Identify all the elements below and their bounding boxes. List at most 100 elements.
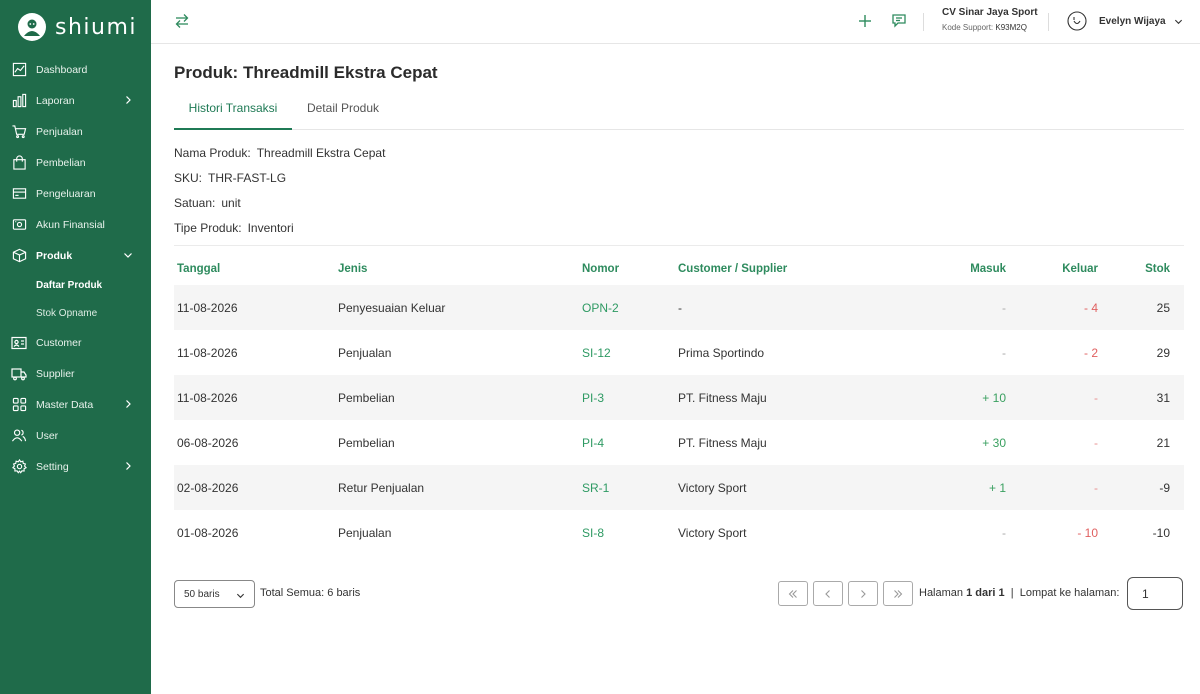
tab-detail-produk[interactable]: Detail Produk [292,98,394,130]
sidebar-item-user[interactable]: User [0,420,151,451]
cell-number-link[interactable]: SI-12 [579,330,675,375]
tab-histori-transaksi[interactable]: Histori Transaksi [174,98,292,130]
chevron-down-icon [1174,19,1182,24]
jump-to-page-input[interactable] [1127,577,1183,610]
sidebar-item-pengeluaran[interactable]: Pengeluaran [0,178,151,209]
cell-number-link[interactable]: SR-1 [579,465,675,510]
cell-number-link[interactable]: PI-4 [579,420,675,465]
rows-per-page-select[interactable]: 50 baris [174,580,255,608]
tab-bar: Histori Transaksi Detail Produk [174,98,1184,130]
sidebar-item-label: User [36,429,59,442]
cell-date: 11-08-2026 [174,375,335,420]
cell-number-link[interactable]: SI-8 [579,510,675,555]
column-header-date[interactable]: Tanggal [174,253,335,285]
cell-date: 11-08-2026 [177,345,238,360]
chevron-right-icon [126,462,131,470]
product-sku-row: SKU: THR-FAST-LG [174,171,286,185]
cell-in: - [925,285,1009,330]
column-header-type[interactable]: Jenis [335,253,579,285]
sidebar-item-label: Laporan [36,94,75,107]
column-header-in[interactable]: Masuk [925,253,1009,285]
sidebar-item-supplier[interactable]: Supplier [0,358,151,389]
sidebar-item-produk[interactable]: Produk [0,240,151,271]
column-header-number[interactable]: Nomor [579,253,675,285]
switch-arrows-icon[interactable] [173,12,191,30]
cell-stock: 31 [1101,375,1184,420]
current-page: 1 [966,587,973,599]
cell-stock: 29 [1156,345,1170,360]
cell-stock: 21 [1156,435,1170,450]
wallet-icon [11,217,27,233]
first-page-button[interactable] [778,581,808,606]
cell-party: - [675,285,925,330]
support-code: Kode Support: K93M2Q [942,23,1038,32]
sidebar-item-label: Penjualan [36,125,83,138]
chevrons-right-icon [894,589,903,598]
brand-logo[interactable]: shiumi [18,13,137,41]
sidebar-item-label: Customer [36,336,82,349]
sidebar-item-label: Akun Finansial [36,218,105,231]
cell-number-link[interactable]: OPN-2 [579,285,675,330]
cell-party: Prima Sportindo [678,345,765,360]
page-label: Halaman [919,587,964,599]
grid-icon [11,397,27,413]
cell-party: Victory Sport [675,465,925,510]
cell-out: - 10 [1077,525,1098,540]
sidebar-item-label: Pembelian [36,156,86,169]
sidebar-item-master-data[interactable]: Master Data [0,389,151,420]
product-unit-row: Satuan: unit [174,196,241,210]
table-row: 11-08-2026 Pembelian PI-3 PT. Fitness Ma… [174,375,1184,420]
add-icon[interactable] [856,12,874,30]
sidebar-item-penjualan[interactable]: Penjualan [0,116,151,147]
header-divider [923,13,924,31]
cell-type: Penyesuaian Keluar [335,285,579,330]
table-header-row: Tanggal Jenis Nomor Customer / Supplier … [174,253,1184,285]
cell-out: - [1009,375,1101,420]
product-type-row: Tipe Produk: Inventori [174,221,294,235]
product-unit-value: unit [221,196,241,210]
user-menu[interactable]: Evelyn Wijaya [1067,11,1183,31]
table-row: 11-08-2026 Penyesuaian Keluar OPN-2 - - … [174,285,1184,330]
total-pages: 1 [998,587,1005,599]
product-sku-label: SKU: [174,171,203,185]
sidebar-subitem-daftar-produk[interactable]: Daftar Produk [0,271,151,299]
sidebar-subitem-stok-opname[interactable]: Stok Opname [0,299,151,327]
cell-date: 02-08-2026 [174,465,335,510]
table-body: 11-08-2026 Penyesuaian Keluar OPN-2 - - … [174,285,1184,555]
total-count: Total Semua: 6 baris [260,587,360,599]
cell-stock: 25 [1101,285,1184,330]
table-row: 02-08-2026 Retur Penjualan SR-1 Victory … [174,465,1184,510]
prev-page-button[interactable] [813,581,843,606]
sidebar-item-setting[interactable]: Setting [0,451,151,482]
cell-number-link[interactable]: PI-3 [579,375,675,420]
cell-out: - 2 [1083,345,1098,360]
sidebar-item-pembelian[interactable]: Pembelian [0,147,151,178]
sidebar-item-akun-finansial[interactable]: Akun Finansial [0,209,151,240]
column-header-stock[interactable]: Stok [1101,253,1184,285]
header-divider [1048,13,1049,31]
sidebar-item-dashboard[interactable]: Dashboard [0,54,151,85]
brand-logo-icon [18,13,46,41]
last-page-button[interactable] [883,581,913,606]
bar-chart-icon [11,93,27,109]
product-sku-value: THR-FAST-LG [208,171,287,185]
rows-per-page-value: 50 baris [184,588,220,600]
sidebar-item-label: Supplier [36,367,75,380]
sidebar-item-label: Setting [36,460,69,473]
chat-icon[interactable] [890,12,908,30]
table-row: 06-08-2026 Pembelian PI-4 PT. Fitness Ma… [174,420,1184,465]
column-header-out[interactable]: Keluar [1009,253,1101,285]
cell-out: - [1094,435,1098,450]
next-page-button[interactable] [848,581,878,606]
sidebar-item-customer[interactable]: Customer [0,327,151,358]
cell-type: Retur Penjualan [335,465,579,510]
sidebar-item-laporan[interactable]: Laporan [0,85,151,116]
users-icon [11,428,27,444]
support-code-value: K93M2Q [995,23,1027,32]
column-header-party[interactable]: Customer / Supplier [675,253,925,285]
cell-type: Pembelian [335,375,579,420]
cell-date: 01-08-2026 [177,525,239,540]
brand-name: shiumi [55,14,138,40]
cell-stock: -9 [1101,465,1184,510]
product-name-value: Threadmill Ekstra Cepat [256,146,386,160]
